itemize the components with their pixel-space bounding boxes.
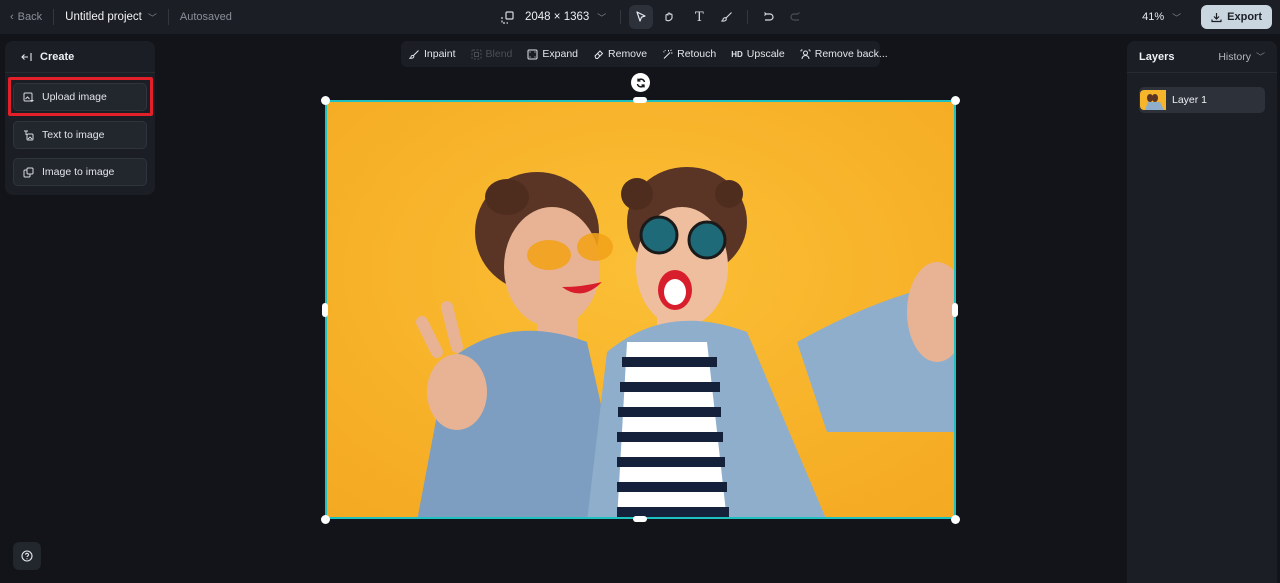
image-to-image-label: Image to image [42, 166, 115, 178]
chevron-down-icon: ﹀ [147, 12, 157, 23]
redo-icon [790, 12, 801, 21]
layers-panel: Layers History ﹀ Layer 1 [1127, 41, 1277, 583]
layer-item[interactable]: Layer 1 [1139, 87, 1265, 113]
canvas-size-dropdown[interactable]: 2048 × 1363 ﹀ [525, 11, 606, 24]
divider [747, 10, 749, 24]
select-tool-button[interactable] [629, 5, 654, 29]
remove-background-label: Remove back... [814, 48, 888, 60]
zoom-level-dropdown[interactable]: 41% ﹀ [1142, 11, 1181, 24]
project-name-dropdown[interactable]: Untitled project ﹀ [65, 11, 157, 24]
text-icon: T [694, 9, 704, 25]
resize-handle-right[interactable] [952, 303, 958, 317]
text-tool-button[interactable]: T [687, 5, 711, 29]
layer-name: Layer 1 [1172, 94, 1208, 106]
remove-label: Remove [608, 48, 648, 60]
create-panel-title: Create [40, 50, 75, 63]
text-to-image-icon [24, 130, 34, 140]
pointer-icon [636, 11, 646, 22]
expand-label: Expand [542, 48, 579, 60]
remove-button[interactable]: Remove [593, 48, 647, 60]
upscale-label: Upscale [746, 48, 785, 60]
image-edit-toolbar: Inpaint Blend Expand Remove Retouch HD U… [401, 41, 888, 67]
layers-panel-header: Layers History ﹀ [1127, 41, 1277, 73]
history-label: History [1218, 50, 1251, 63]
back-button[interactable]: ‹ Back [10, 11, 42, 23]
retouch-label: Retouch [677, 48, 717, 60]
inpaint-icon [409, 49, 419, 59]
text-to-image-label: Text to image [42, 129, 105, 141]
upload-image-button[interactable]: Upload image [13, 83, 147, 111]
chevron-down-icon: ﹀ [1255, 52, 1265, 62]
hd-icon: HD [731, 49, 743, 59]
blend-icon [471, 49, 482, 59]
magic-wand-icon [663, 48, 673, 59]
chevron-down-icon: ﹀ [597, 12, 607, 23]
blend-button[interactable]: Blend [471, 48, 513, 60]
expand-icon [527, 49, 538, 59]
resize-handle-left[interactable] [322, 303, 328, 317]
export-button[interactable]: Export [1201, 5, 1272, 29]
resize-handle-bottom-left[interactable] [321, 515, 330, 524]
export-label: Export [1227, 11, 1262, 23]
top-bar: ‹ Back Untitled project ﹀ Autosaved 2048… [0, 0, 1280, 34]
create-panel: Create Upload image Text to image Image … [5, 41, 155, 195]
rotate-icon [636, 77, 645, 88]
history-dropdown[interactable]: History ﹀ [1218, 50, 1265, 63]
expand-button[interactable]: Expand [527, 48, 578, 60]
create-panel-header[interactable]: Create [5, 41, 155, 73]
divider [167, 9, 169, 25]
zoom-level: 41% [1142, 11, 1165, 23]
brush-tool-button[interactable] [715, 5, 739, 29]
layers-title: Layers [1139, 50, 1175, 63]
image-to-image-icon [23, 167, 34, 177]
resize-icon [500, 10, 514, 24]
divider [620, 10, 622, 24]
image-to-image-button[interactable]: Image to image [13, 158, 147, 186]
undo-button[interactable] [756, 5, 780, 29]
text-to-image-button[interactable]: Text to image [13, 121, 147, 149]
upscale-button[interactable]: HD Upscale [731, 48, 785, 60]
chevron-down-icon: ﹀ [1172, 12, 1182, 23]
retouch-button[interactable]: Retouch [662, 48, 716, 60]
resize-handle-bottom[interactable] [633, 516, 647, 522]
rotate-handle[interactable] [631, 73, 650, 92]
resize-handle-top-right[interactable] [951, 96, 960, 105]
resize-canvas-button[interactable] [495, 5, 519, 29]
chevron-left-icon: ‹ [10, 11, 14, 23]
inpaint-button[interactable]: Inpaint [409, 48, 456, 60]
save-status: Autosaved [179, 11, 232, 23]
inpaint-label: Inpaint [424, 48, 456, 60]
layer-thumbnail [1140, 90, 1166, 110]
collapse-left-icon [21, 52, 32, 61]
canvas-image[interactable] [325, 100, 956, 519]
selfie-photo [327, 102, 954, 517]
upload-image-label: Upload image [42, 91, 107, 103]
project-name: Untitled project [65, 11, 142, 23]
hand-icon [665, 12, 673, 22]
resize-handle-top[interactable] [633, 97, 647, 103]
remove-background-icon [800, 49, 811, 59]
download-icon [1211, 12, 1222, 22]
eraser-icon [594, 49, 604, 59]
back-label: Back [17, 11, 43, 23]
remove-background-button[interactable]: Remove back... [800, 48, 888, 60]
blend-label: Blend [485, 48, 513, 60]
hand-tool-button[interactable] [657, 5, 681, 29]
canvas-size: 2048 × 1363 [525, 11, 590, 23]
help-button[interactable] [13, 542, 41, 570]
resize-handle-bottom-right[interactable] [951, 515, 960, 524]
help-icon [21, 550, 33, 562]
undo-icon [764, 12, 774, 21]
resize-handle-top-left[interactable] [321, 96, 330, 105]
divider [53, 9, 55, 25]
upload-image-icon [23, 92, 34, 102]
brush-icon [721, 12, 733, 22]
redo-button[interactable] [784, 5, 808, 29]
